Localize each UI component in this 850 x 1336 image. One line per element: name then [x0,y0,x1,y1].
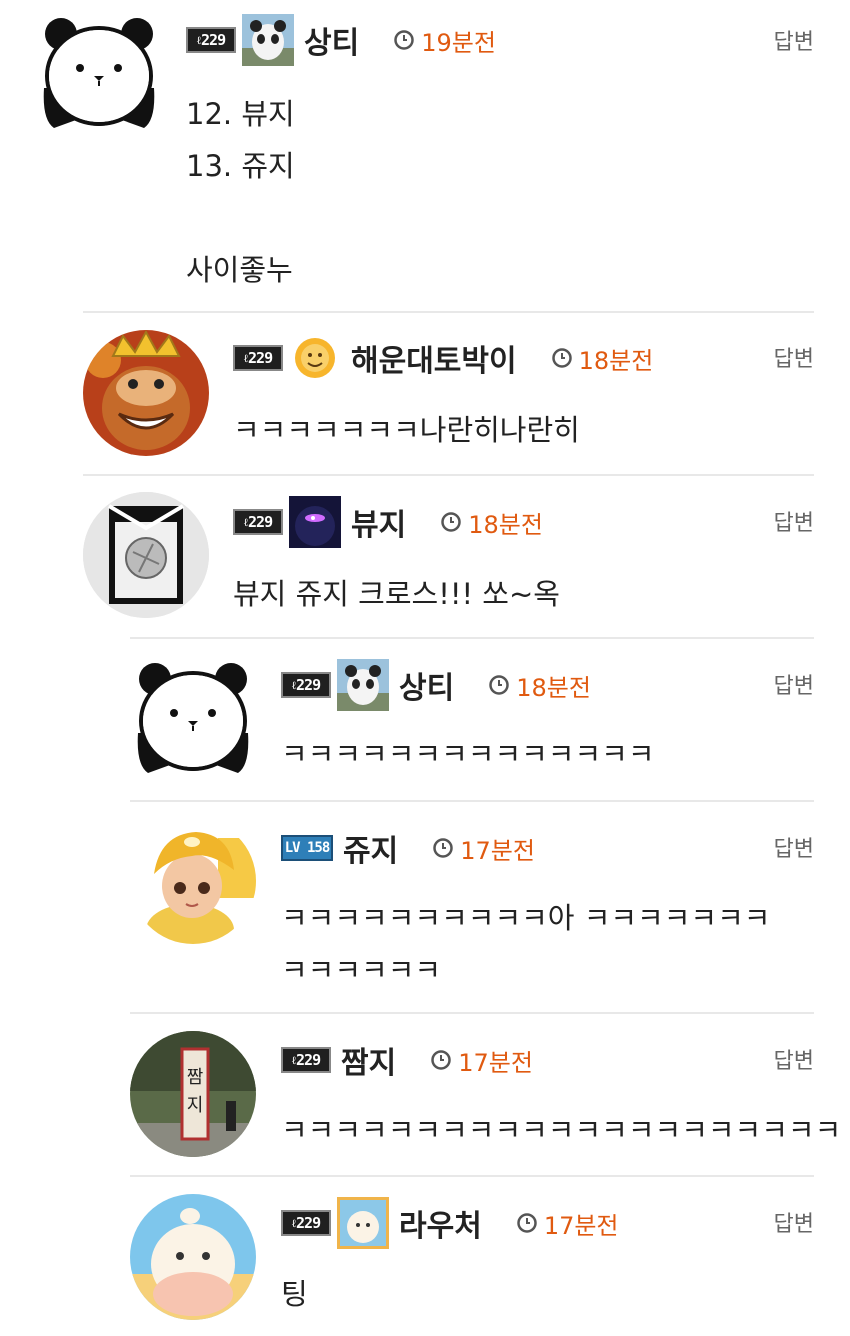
clock-icon [441,512,461,532]
reply-button[interactable]: 답변 [774,24,814,56]
timestamp: 17분전 [516,1206,619,1241]
nickname[interactable]: 쥬지 [343,826,398,870]
reply-button[interactable]: 답변 [774,505,814,537]
clock-icon [433,838,453,858]
level-badge: ℓ 229 [186,27,236,53]
girl-character-avatar[interactable] [130,818,256,944]
panda-badge-icon [242,14,294,66]
comment-text: ㅋㅋㅋㅋㅋㅋㅋㅋㅋㅋ아 ㅋㅋㅋㅋㅋㅋㅋ ㅋㅋㅋㅋㅋㅋ [281,901,771,987]
nickname[interactable]: 상티 [304,18,359,62]
clock-icon [431,1050,451,1070]
panda-badge-icon [337,659,389,711]
sign-text-1: 짬 [187,1067,204,1088]
nickname[interactable]: 짬지 [341,1038,396,1082]
reply-button[interactable]: 답변 [774,1206,814,1238]
level-badge: ℓ 229 [281,1210,331,1236]
comment-text: 12. 뷰지 13. 쥬지 사이좋누 [186,97,295,287]
separator [130,800,814,802]
level-badge: LV 158 [281,835,333,861]
white-creature-badge-icon [337,1197,389,1249]
sun-face-icon [289,332,341,384]
level-badge: ℓ 229 [281,672,331,698]
clock-icon [551,348,572,368]
reply-button[interactable]: 답변 [774,341,814,373]
level-badge: ℓ 229 [233,345,283,371]
panda-avatar[interactable] [36,10,162,136]
monkey-king-avatar[interactable] [83,330,209,456]
level-badge: ℓ 229 [281,1047,331,1073]
timestamp: 17분전 [432,831,535,866]
separator [130,637,814,639]
separator [83,311,814,313]
nickname[interactable]: 뷰지 [351,500,406,544]
white-creature-avatar[interactable] [130,1194,256,1320]
sign-text-2: 지 [187,1095,204,1116]
reply-button[interactable]: 답변 [774,831,814,863]
comment-text: ㅋㅋㅋㅋㅋㅋㅋ나란히나란히 [233,413,580,447]
nickname[interactable]: 라우처 [399,1201,482,1245]
clock-icon [517,1213,537,1233]
timestamp: 19분전 [393,23,496,58]
reply-button[interactable]: 답변 [774,668,814,700]
timestamp: 18분전 [551,341,653,376]
dark-knight-icon [289,496,341,548]
street-photo-avatar[interactable]: 짬 지 [130,1031,256,1157]
nickname[interactable]: 상티 [399,663,454,707]
clock-icon [489,675,509,695]
comment-text: ㅋㅋㅋㅋㅋㅋㅋㅋㅋㅋㅋㅋㅋㅋ [281,737,655,771]
panda-avatar[interactable] [130,655,256,781]
portrait-frame-avatar[interactable] [83,492,209,618]
level-badge: ℓ 229 [233,509,283,535]
comment-text: 팅 [281,1277,308,1311]
nickname[interactable]: 해운대토박이 [351,336,517,380]
separator [130,1175,814,1177]
clock-icon [394,30,414,50]
reply-button[interactable]: 답변 [774,1043,814,1075]
comment-text: ㅋㅋㅋㅋㅋㅋㅋㅋㅋㅋㅋㅋㅋㅋㅋㅋㅋㅋㅋㅋㅋ [281,1113,842,1147]
timestamp: 18분전 [488,668,591,703]
separator [130,1012,814,1014]
timestamp: 18분전 [440,505,543,540]
comment-text: 뷰지 쥬지 크로스!!! 쏘~옥 [233,577,560,611]
separator [83,474,814,476]
timestamp: 17분전 [430,1043,533,1078]
